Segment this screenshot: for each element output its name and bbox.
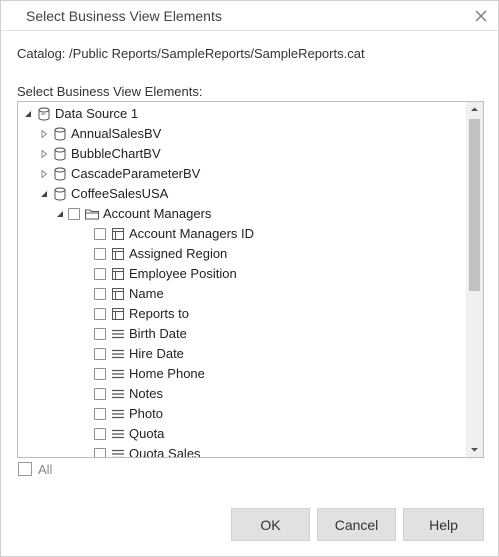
business-view-icon [54, 187, 66, 201]
tree-node[interactable]: Birth Date [18, 324, 467, 344]
detail-field-icon [112, 389, 124, 399]
group-field-icon [112, 308, 124, 320]
node-label: Photo [129, 406, 163, 421]
node-checkbox[interactable] [94, 408, 106, 420]
node-checkbox[interactable] [68, 208, 80, 220]
tree-node[interactable]: Employee Position [18, 264, 467, 284]
node-label: Name [129, 286, 164, 301]
node-checkbox[interactable] [94, 288, 106, 300]
node-checkbox[interactable] [94, 348, 106, 360]
node-label: Assigned Region [129, 246, 228, 261]
node-label: CoffeeSalesUSA [71, 186, 169, 201]
node-label: Quota Sales [129, 446, 201, 458]
node-label: Hire Date [129, 346, 184, 361]
tree-node[interactable]: CascadeParameterBV [18, 164, 467, 184]
node-checkbox[interactable] [94, 428, 106, 440]
node-label: Employee Position [129, 266, 237, 281]
node-checkbox[interactable] [94, 308, 106, 320]
node-label: BubbleChartBV [71, 146, 161, 161]
group-field-icon [112, 288, 124, 300]
tree-node[interactable]: Quota [18, 424, 467, 444]
detail-field-icon [112, 349, 124, 359]
detail-field-icon [112, 449, 124, 457]
cancel-button[interactable]: Cancel [317, 508, 396, 541]
tree-node[interactable]: Name [18, 284, 467, 304]
node-checkbox[interactable] [94, 228, 106, 240]
node-checkbox[interactable] [94, 328, 106, 340]
node-checkbox[interactable] [94, 448, 106, 457]
node-label: CascadeParameterBV [71, 166, 201, 181]
tree-node[interactable]: Account Managers ID [18, 224, 467, 244]
collapsed-arrow-icon[interactable] [40, 150, 48, 158]
detail-field-icon [112, 409, 124, 419]
business-view-icon [54, 147, 66, 161]
node-checkbox[interactable] [94, 268, 106, 280]
all-label: All [38, 462, 53, 477]
folder-icon [85, 209, 99, 220]
tree-node[interactable]: CoffeeSalesUSA [18, 184, 467, 204]
select-business-view-elements-dialog: Select Business View Elements Catalog: /… [0, 0, 499, 557]
node-checkbox[interactable] [94, 388, 106, 400]
node-label: Quota [129, 426, 165, 441]
node-label: Birth Date [129, 326, 187, 341]
title-bar: Select Business View Elements [1, 1, 498, 31]
datasource-icon [38, 107, 50, 121]
tree-node[interactable]: AnnualSalesBV [18, 124, 467, 144]
expanded-arrow-icon[interactable] [56, 210, 64, 218]
collapsed-arrow-icon[interactable] [40, 130, 48, 138]
node-label: Data Source 1 [55, 106, 139, 121]
help-button[interactable]: Help [403, 508, 484, 541]
node-label: Home Phone [129, 366, 205, 381]
tree-node[interactable]: Notes [18, 384, 467, 404]
close-icon[interactable] [470, 5, 492, 27]
scrollbar-thumb[interactable] [469, 119, 480, 291]
tree-label: Select Business View Elements: [17, 84, 203, 99]
node-checkbox[interactable] [94, 368, 106, 380]
node-label: Account Managers ID [129, 226, 255, 241]
vertical-scrollbar[interactable] [466, 102, 483, 457]
tree-node[interactable]: Reports to [18, 304, 467, 324]
scroll-up-icon[interactable] [466, 102, 483, 117]
detail-field-icon [112, 329, 124, 339]
all-checkbox[interactable] [18, 462, 32, 476]
ok-button[interactable]: OK [231, 508, 310, 541]
business-view-icon [54, 167, 66, 181]
expanded-arrow-icon[interactable] [24, 110, 32, 118]
tree-node[interactable]: Photo [18, 404, 467, 424]
node-label: Reports to [129, 306, 189, 321]
detail-field-icon [112, 429, 124, 439]
node-checkbox[interactable] [94, 248, 106, 260]
tree-node[interactable]: Home Phone [18, 364, 467, 384]
tree-node[interactable]: BubbleChartBV [18, 144, 467, 164]
business-view-icon [54, 127, 66, 141]
tree-node[interactable]: Hire Date [18, 344, 467, 364]
catalog-path: Catalog: /Public Reports/SampleReports/S… [17, 46, 365, 61]
detail-field-icon [112, 369, 124, 379]
tree-node[interactable]: Assigned Region [18, 244, 467, 264]
group-field-icon [112, 228, 124, 240]
dialog-title: Select Business View Elements [26, 8, 222, 24]
tree-node[interactable]: Data Source 1 [18, 104, 467, 124]
node-label: Account Managers [103, 206, 212, 221]
tree-list: Data Source 1 AnnualSalesBV BubbleChartBV C… [18, 104, 467, 458]
collapsed-arrow-icon[interactable] [40, 170, 48, 178]
tree-node[interactable]: Quota Sales [18, 444, 467, 458]
scroll-down-icon[interactable] [466, 442, 483, 457]
node-label: AnnualSalesBV [71, 126, 162, 141]
business-view-tree[interactable]: Data Source 1 AnnualSalesBV BubbleChartBV C… [17, 101, 484, 458]
tree-node[interactable]: Account Managers [18, 204, 467, 224]
group-field-icon [112, 248, 124, 260]
group-field-icon [112, 268, 124, 280]
expanded-arrow-icon[interactable] [40, 190, 48, 198]
node-label: Notes [129, 386, 163, 401]
